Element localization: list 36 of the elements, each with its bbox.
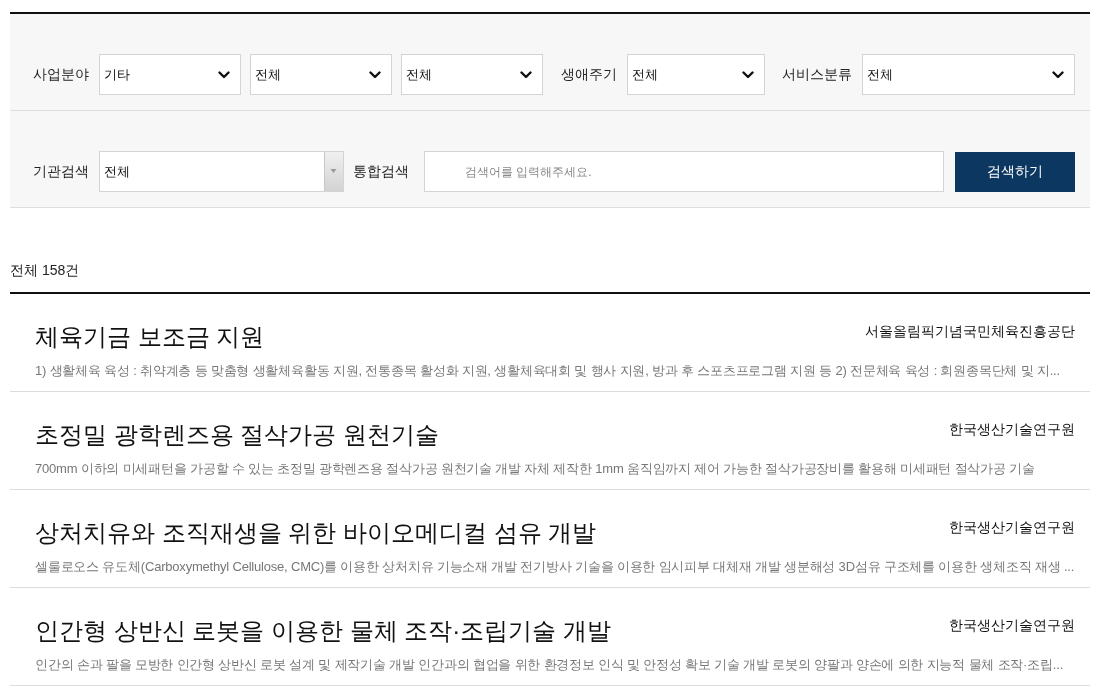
filter-label: 기관검색 [33,162,89,181]
dropdown-select[interactable]: 전체 [627,54,765,95]
result-title[interactable]: 상처치유와 조직재생을 위한 바이오메디컬 섬유 개발 [35,518,597,548]
filter-label: 사업분야 [33,65,89,84]
dropdown-select[interactable]: 기타 [99,54,241,95]
search-button[interactable]: 검색하기 [955,151,1075,192]
chevron-down-icon [218,70,230,79]
result-description: 인간의 손과 팔을 모방한 인간형 상반신 로봇 설계 및 제작기술 개발 인간과의 협업을 위한 환경정보 인식 및 안정성 확보 기술 개발 로봇의 양팔과 양손에 의한 지능적 물체 조작·조립... [35,656,1065,674]
result-title[interactable]: 인간형 상반신 로봇을 이용한 물체 조작·조립기술 개발 [35,616,611,646]
filter-label: 통합검색 [353,162,409,181]
result-description: 셀룰로오스 유도체(Carboxymethyl Cellulose, CMC)를 이용한 상처치유 기능소재 개발 전기방사 기술을 이용한 임시피부 대체재 개발 생분해성 3D섬유 구조체를 이용한 생체조직 재생 ... [35,558,1076,576]
result-description: 1) 생활체육 육성 : 취약계층 등 맞춤형 생활체육활동 지원, 전통종목 활성화 지원, 생활체육대회 및 행사 지원, 방과 후 스포츠프로그램 지원 등 2) 전문체육 육성 : 회원종목단체 및 지... [35,362,1061,380]
chevron-down-icon [520,70,532,79]
organization-name: 서울올림픽기념국민체육진흥공단 [865,322,1075,340]
result-title[interactable]: 초정밀 광학렌즈용 절삭가공 원천기술 [35,420,439,450]
filter-label: 서비스분류 [782,65,852,84]
dropdown-select[interactable]: 전체 [250,54,392,95]
result-item[interactable]: 인간형 상반신 로봇을 이용한 물체 조작·조립기술 개발 한국생산기술연구원 인간의 손과 팔을 모방한 인간형 상반신 로봇 설계 및 제작기술 개발 인간과의 협업을 위한 환경정보 인식 및 안정성 확보 기술 개발 로봇의 양팔과 양손에 의한 지능적 물체 조작·조립... [10,588,1090,686]
filter-label: 생애주기 [561,65,617,84]
result-item[interactable]: 상처치유와 조직재생을 위한 바이오메디컬 섬유 개발 한국생산기술연구원 셀룰로오스 유도체(Carboxymethyl Cellulose, CMC)를 이용한 상처치유 기능소재 개발 전기방사 기술을 이용한 임시피부 대체재 개발 생분해성 3D섬유 구조체를 이용한 생체조직 재생 ... [10,490,1090,588]
dropdown-select[interactable]: 전체 [862,54,1075,95]
dropdown-select[interactable]: 전체 [99,151,344,192]
result-count: 전체 158건 [10,261,81,280]
result-item[interactable]: 초정밀 광학렌즈용 절삭가공 원천기술 한국생산기술연구원 700mm 이하의 미세패턴을 가공할 수 있는 초정밀 광학렌즈용 절삭가공 원천기술 개발 자체 제작한 1mm 움직임까지 제어 가능한 절삭가공장비를 활용해 미세패턴 절삭가공 기술 [10,392,1090,490]
result-title[interactable]: 체육기금 보조금 지원 [35,322,265,352]
chevron-down-icon [1052,70,1064,79]
dropdown-select[interactable]: 전체 [401,54,543,95]
chevron-down-icon [742,70,754,79]
result-description: 700mm 이하의 미세패턴을 가공할 수 있는 초정밀 광학렌즈용 절삭가공 원천기술 개발 자체 제작한 1mm 움직임까지 제어 가능한 절삭가공장비를 활용해 미세패턴 절삭가공 기술 [35,460,1036,478]
organization-name: 한국생산기술연구원 [949,420,1075,438]
organization-name: 한국생산기술연구원 [949,616,1075,634]
chevron-down-icon [369,70,381,79]
caret-down-icon [324,152,343,191]
result-item[interactable]: 체육기금 보조금 지원 서울올림픽기념국민체육진흥공단 1) 생활체육 육성 : 취약계층 등 맞춤형 생활체육활동 지원, 전통종목 활성화 지원, 생활체육대회 및 행사 지원, 방과 후 스포츠프로그램 지원 등 2) 전문체육 육성 : 회원종목단체 및 지... [10,294,1090,392]
organization-name: 한국생산기술연구원 [949,518,1075,536]
search-field[interactable]: 검색어를 입력해주세요. [424,151,944,192]
